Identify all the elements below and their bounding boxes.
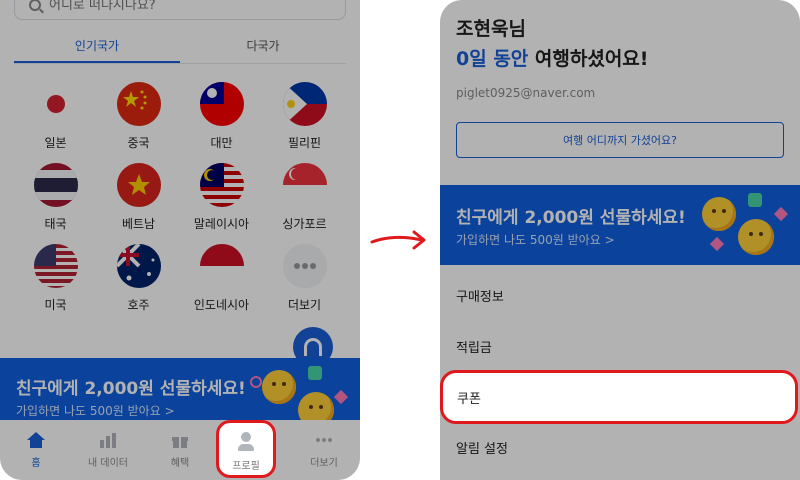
nav-label: 더보기 xyxy=(310,458,338,469)
country-item-indonesia[interactable]: 인도네시아 xyxy=(180,244,263,313)
singapore-flag-icon xyxy=(282,163,327,207)
philippines-flag-icon xyxy=(282,82,327,126)
bottom-nav: 홈 내 데이터 혜택 더보기 xyxy=(0,420,360,480)
menu-notification-settings[interactable]: 알림 설정 xyxy=(456,438,508,457)
country-item-philippines[interactable]: 필리핀 xyxy=(263,82,346,151)
more-icon xyxy=(316,438,332,442)
profile-screen: 조현욱님 0일 동안 여행하셨어요! piglet0925@naver.com … xyxy=(440,0,800,480)
diamond-shape-icon xyxy=(773,206,789,222)
gift-icon xyxy=(172,437,188,448)
country-item-more[interactable]: 더보기 xyxy=(263,244,346,313)
country-label: 호주 xyxy=(127,298,150,312)
smile-emoji-icon xyxy=(702,197,736,231)
smile-emoji-icon xyxy=(262,370,296,404)
country-label: 베트남 xyxy=(121,217,156,231)
country-label: 싱가포르 xyxy=(282,217,327,231)
search-bar[interactable] xyxy=(14,0,346,20)
japan-flag-icon xyxy=(33,82,78,126)
home-icon xyxy=(27,432,45,448)
bar-chart-icon xyxy=(100,433,116,448)
malaysia-flag-icon xyxy=(199,163,244,207)
search-input[interactable] xyxy=(49,0,309,13)
country-item-usa[interactable]: 미국 xyxy=(14,244,97,313)
china-flag-icon xyxy=(116,82,161,126)
travel-days-text: 여행하셨어요! xyxy=(528,48,649,70)
diamond-shape-icon xyxy=(709,236,725,252)
thailand-flag-icon xyxy=(33,163,78,207)
country-label: 말레이시아 xyxy=(193,217,250,231)
home-screen: 인기국가 다국가 일본 중국 대만 xyxy=(0,0,360,480)
vietnam-flag-icon xyxy=(116,163,161,207)
menu-points[interactable]: 적립금 xyxy=(456,337,492,356)
banner-subtitle: 가입하면 나도 500원 받아요 > xyxy=(16,404,175,418)
taiwan-flag-icon xyxy=(199,82,244,126)
tab-popular[interactable]: 인기국가 xyxy=(14,32,180,63)
nav-more[interactable]: 더보기 xyxy=(288,420,360,480)
nav-label: 프로필 xyxy=(232,461,260,472)
circle-shape-icon xyxy=(250,376,262,388)
australia-flag-icon xyxy=(116,244,161,288)
travel-history-button[interactable]: 여행 어디까지 가셨어요? xyxy=(456,122,784,158)
referral-banner[interactable]: 친구에게 2,000원 선물하세요! 가입하면 나도 500원 받아요 > xyxy=(440,185,800,265)
user-name: 조현욱님 xyxy=(456,18,526,40)
country-tabs: 인기국가 다국가 xyxy=(14,32,346,64)
country-label: 중국 xyxy=(127,136,150,150)
country-label: 필리핀 xyxy=(287,136,322,150)
country-item-japan[interactable]: 일본 xyxy=(14,82,97,151)
search-icon xyxy=(29,0,41,11)
country-item-china[interactable]: 중국 xyxy=(97,82,180,151)
country-label: 인도네시아 xyxy=(193,298,250,312)
nav-profile-highlighted[interactable]: 프로필 xyxy=(216,420,276,478)
country-item-australia[interactable]: 호주 xyxy=(97,244,180,313)
indonesia-flag-icon xyxy=(199,244,244,288)
banner-title: 친구에게 2,000원 선물하세요! xyxy=(456,208,686,228)
country-grid: 일본 중국 대만 필리핀 태국 베트남 말레이시아 싱가포르 미국 호주 인도네… xyxy=(14,82,346,313)
country-label: 더보기 xyxy=(287,298,322,312)
country-label: 태국 xyxy=(44,217,67,231)
country-item-singapore[interactable]: 싱가포르 xyxy=(263,163,346,232)
user-email: piglet0925@naver.com xyxy=(456,86,596,100)
more-dots-icon xyxy=(282,244,327,288)
usa-flag-icon xyxy=(33,244,78,288)
tutorial-stage: 인기국가 다국가 일본 중국 대만 xyxy=(0,0,800,480)
nav-label: 혜택 xyxy=(170,458,190,469)
nav-benefits[interactable]: 혜택 xyxy=(144,420,216,480)
person-icon xyxy=(241,432,251,442)
country-label: 일본 xyxy=(44,136,67,150)
country-item-malaysia[interactable]: 말레이시아 xyxy=(180,163,263,232)
country-item-thailand[interactable]: 태국 xyxy=(14,163,97,232)
referral-banner[interactable]: 친구에게 2,000원 선물하세요! 가입하면 나도 500원 받아요 > xyxy=(0,358,360,420)
nav-label: 홈 xyxy=(31,458,41,469)
plus-shape-icon xyxy=(748,193,762,207)
plus-shape-icon xyxy=(308,366,322,380)
right-arrow-icon xyxy=(370,230,426,250)
travel-days-count: 0일 동안 xyxy=(456,48,529,70)
headset-icon xyxy=(304,338,322,356)
country-label: 미국 xyxy=(44,298,67,312)
laugh-emoji-icon xyxy=(298,392,334,420)
menu-purchase-info[interactable]: 구매정보 xyxy=(456,286,504,305)
laugh-emoji-icon xyxy=(738,219,774,255)
banner-title: 친구에게 2,000원 선물하세요! xyxy=(16,379,246,399)
nav-my-data[interactable]: 내 데이터 xyxy=(72,420,144,480)
diamond-shape-icon xyxy=(333,389,349,405)
country-item-vietnam[interactable]: 베트남 xyxy=(97,163,180,232)
menu-coupon-label: 쿠폰 xyxy=(457,391,481,407)
nav-label: 내 데이터 xyxy=(88,458,128,469)
nav-home[interactable]: 홈 xyxy=(0,420,72,480)
banner-subtitle: 가입하면 나도 500원 받아요 > xyxy=(456,233,615,247)
country-item-taiwan[interactable]: 대만 xyxy=(180,82,263,151)
menu-coupon-highlighted[interactable]: 쿠폰 xyxy=(440,370,798,424)
tab-multi-country[interactable]: 다국가 xyxy=(180,32,346,63)
travel-days-heading: 0일 동안 여행하셨어요! xyxy=(456,44,648,71)
country-label: 대만 xyxy=(210,136,233,150)
